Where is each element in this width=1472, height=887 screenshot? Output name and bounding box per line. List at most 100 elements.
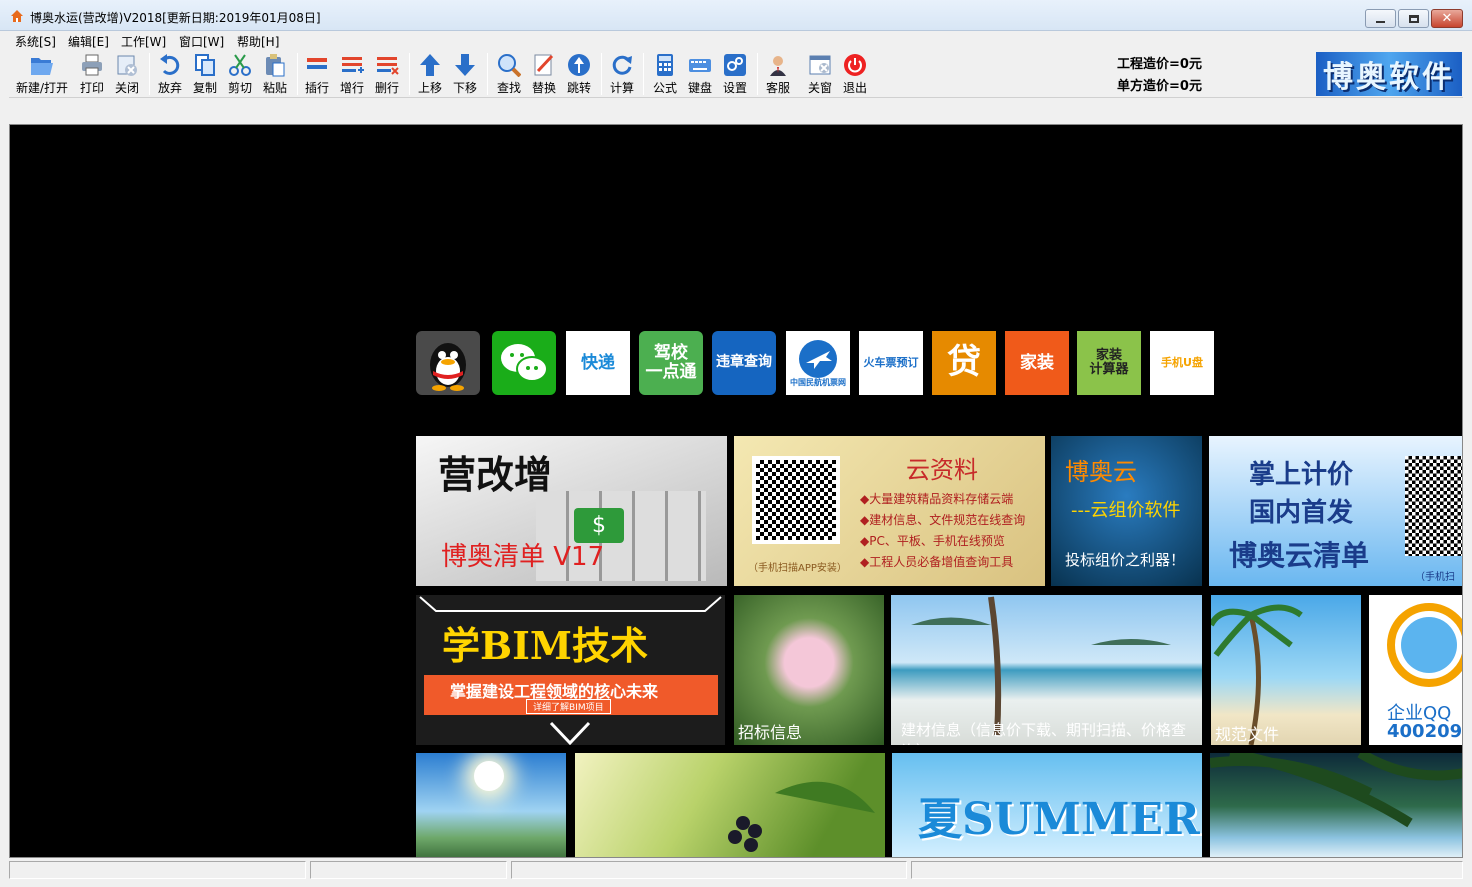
main-canvas: 快递 驾校 一点通 违章查询 中国民航机票网 火车票预订 贷 家装 家装 计算器… <box>9 124 1463 858</box>
tile-qiyeqq[interactable]: 企业QQ 4002099 <box>1369 595 1462 745</box>
toolbar-separator <box>601 53 602 95</box>
unit-cost: 单方造价=0元 <box>1117 79 1202 94</box>
new-open-button[interactable]: 新建/打开 <box>13 52 71 96</box>
tile-zhangshang-l1: 掌上计价 <box>1249 460 1354 490</box>
tile-yunziliao-title: 云资料 <box>906 456 978 484</box>
menu-bar: 系统[S] 编辑[E] 工作[W] 窗口[W] 帮助[H] <box>0 31 1472 49</box>
minimize-icon <box>1376 20 1385 23</box>
tile-zhangshang-l3: 博奥云清单 <box>1229 539 1370 572</box>
tile-yunziliao-item: ◆PC、平板、手机在线预览 <box>860 534 1005 548</box>
close-window-button[interactable]: ✕ <box>1431 9 1463 28</box>
menu-window[interactable]: 窗口[W] <box>179 33 224 50</box>
tile-summer[interactable]: 夏SUMMER <box>892 753 1202 857</box>
tile-yunziliao-item: ◆建材信息、文件规范在线查询 <box>860 513 1026 527</box>
close-window-icon <box>809 55 831 74</box>
status-bar <box>0 858 1472 887</box>
palm-leaves-graphic <box>1210 753 1462 828</box>
tile-zhaobiao[interactable]: 招标信息 <box>734 595 884 745</box>
add-row-button[interactable]: 增行 <box>337 52 367 96</box>
tile-guifan[interactable]: 规范文件 <box>1211 595 1361 745</box>
app-huoche[interactable]: 火车票预订 <box>859 331 923 395</box>
status-pane <box>911 861 1463 879</box>
tile-sky[interactable] <box>416 753 566 857</box>
insert-row-button[interactable]: 插行 <box>302 52 332 96</box>
tile-bim[interactable]: 学BIM技术 掌握建设工程领域的核心未来 详细了解BIM项目 <box>416 595 725 745</box>
menu-work[interactable]: 工作[W] <box>121 33 166 50</box>
keyboard-button[interactable]: 键盘 <box>685 52 715 96</box>
tile-yinggaizeng[interactable]: $ 营改增 博奥清单 V17 <box>416 436 727 586</box>
copy-button[interactable]: 复制 <box>190 52 220 96</box>
support-agent-icon <box>770 55 786 76</box>
app-weizhang[interactable]: 违章查询 <box>712 331 776 395</box>
tile-zhangshang[interactable]: 掌上计价 国内首发 博奥云清单 （手机扫 <box>1209 436 1462 586</box>
refresh-icon <box>612 55 632 75</box>
status-pane <box>511 861 907 879</box>
toolbar-gap <box>9 97 1463 124</box>
close-button[interactable]: 关闭 <box>112 52 142 96</box>
toolbar-separator <box>409 53 410 95</box>
title-bar: 博奥水运(营改增)V2018[更新日期:2019年01月08日] ✕ <box>0 0 1472 31</box>
tile-leaves[interactable] <box>575 753 885 857</box>
app-wechat[interactable] <box>492 331 556 395</box>
app-qq[interactable] <box>416 331 480 395</box>
close-x-icon: ✕ <box>1441 11 1453 26</box>
replace-button[interactable]: 替换 <box>529 52 559 96</box>
minimize-button[interactable] <box>1365 9 1396 28</box>
exit-button[interactable]: 退出 <box>840 52 870 96</box>
cut-button[interactable]: 剪切 <box>225 52 255 96</box>
berries-graphic <box>728 781 875 852</box>
tile-yunziliao[interactable]: 云资料 ◆大量建筑精品资料存储云端 ◆建材信息、文件规范在线查询 ◆PC、平板、… <box>734 436 1045 586</box>
tile-boaoyun[interactable]: 博奥云 ---云组价软件 投标组价之利器！ <box>1051 436 1202 586</box>
formula-button[interactable]: 公式 <box>650 52 680 96</box>
maximize-button[interactable] <box>1398 9 1429 28</box>
folder-open-icon <box>31 57 53 75</box>
customer-service-button[interactable]: 客服 <box>763 52 793 96</box>
tile-jiancai[interactable]: 建材信息（信息价下载、期刊扫描、价格查询） <box>891 595 1202 745</box>
find-button[interactable]: 查找 <box>494 52 524 96</box>
bim-detail-button[interactable]: 详细了解BIM项目 <box>526 699 611 714</box>
undo-icon <box>160 53 180 75</box>
app-jiaxiao[interactable]: 驾校 一点通 <box>639 331 703 395</box>
qq-penguin-icon <box>430 343 466 391</box>
menu-system[interactable]: 系统[S] <box>15 33 56 50</box>
print-button[interactable]: 打印 <box>77 52 107 96</box>
qr-code <box>1405 456 1462 556</box>
app-jiazhuang[interactable]: 家装 <box>1005 331 1069 395</box>
settings-button[interactable]: 设置 <box>720 52 750 96</box>
menu-help[interactable]: 帮助[H] <box>237 33 279 50</box>
keyboard-icon <box>689 58 711 72</box>
app-house-icon <box>11 10 23 22</box>
replace-icon <box>534 54 554 75</box>
toolbar-separator <box>297 53 298 95</box>
qq-logo-icon <box>1387 603 1462 687</box>
paste-button[interactable]: 粘贴 <box>260 52 290 96</box>
tile-yinggaizeng-sub: 博奥清单 V17 <box>441 542 605 572</box>
app-jisuanqi[interactable]: 家装 计算器 <box>1077 331 1141 395</box>
qr-code <box>752 456 840 544</box>
app-daikuan[interactable]: 贷 <box>932 331 996 395</box>
toolbar: 新建/打开 打印 关闭 放弃 复制 剪切 粘贴 插行 增行 删行 上移 下移 查… <box>9 49 1463 97</box>
close-doc-icon <box>117 55 137 76</box>
maximize-icon <box>1408 14 1419 23</box>
menu-edit[interactable]: 编辑[E] <box>68 33 109 50</box>
power-icon <box>844 53 866 76</box>
app-minhang[interactable]: 中国民航机票网 <box>786 331 850 395</box>
tile-yinggaizeng-title: 营改增 <box>438 453 553 497</box>
move-down-button[interactable]: 下移 <box>450 52 480 96</box>
toolbar-separator <box>643 53 644 95</box>
jump-button[interactable]: 跳转 <box>564 52 594 96</box>
undo-button[interactable]: 放弃 <box>155 52 185 96</box>
delete-row-button[interactable]: 删行 <box>372 52 402 96</box>
move-up-button[interactable]: 上移 <box>415 52 445 96</box>
close-window-tool-button[interactable]: 关窗 <box>805 52 835 96</box>
tile-yunziliao-note: （手机扫描APP安装） <box>748 563 847 574</box>
status-pane <box>310 861 507 879</box>
printer-icon <box>82 54 102 75</box>
app-kuaidi[interactable]: 快递 <box>566 331 630 395</box>
calculate-button[interactable]: 计算 <box>607 52 637 96</box>
tile-bim-title: 学BIM技术 <box>442 623 648 668</box>
app-upan[interactable]: 手机U盘 <box>1150 331 1214 395</box>
tile-yunziliao-item: ◆大量建筑精品资料存储云端 <box>860 492 1014 506</box>
status-pane <box>9 861 306 879</box>
tile-palms[interactable] <box>1210 753 1462 857</box>
